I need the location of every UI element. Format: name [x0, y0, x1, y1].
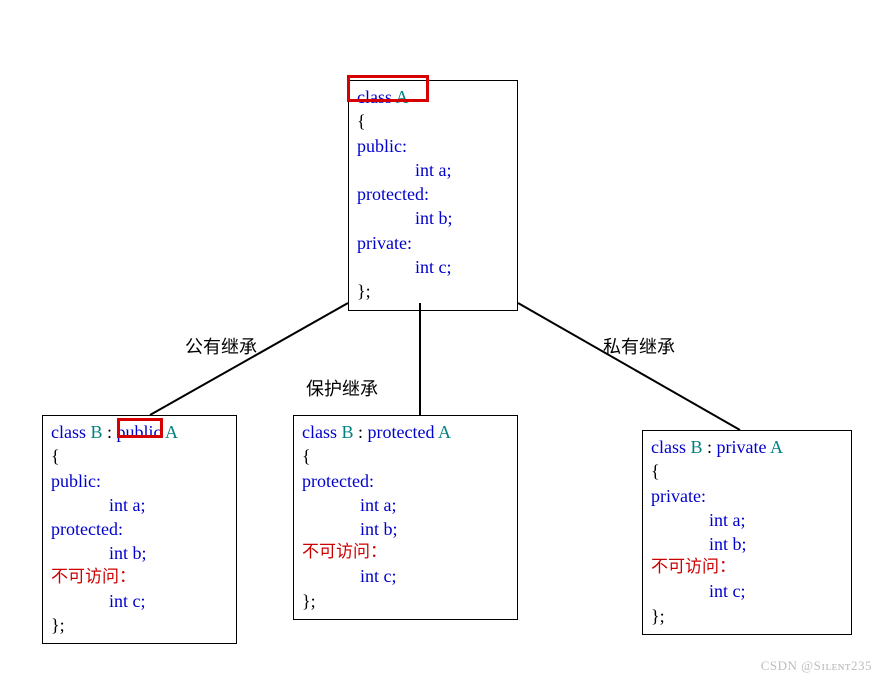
member-int-a: int a;: [51, 493, 228, 517]
close-brace: };: [51, 613, 228, 637]
member-int-c: int c;: [357, 255, 509, 279]
section-label-protected: protected:: [51, 517, 228, 541]
open-brace: {: [651, 459, 843, 483]
open-brace: {: [357, 109, 509, 133]
member-int-c: int c;: [51, 589, 228, 613]
section-label-protected: protected:: [357, 182, 509, 206]
member-int-b: int b;: [51, 541, 228, 565]
section-label-protected: protected:: [302, 469, 509, 493]
close-brace: };: [357, 279, 509, 303]
member-int-a: int a;: [651, 508, 843, 532]
highlight-public-keyword: [117, 418, 163, 438]
highlight-class-a: [347, 75, 429, 102]
class-b-protected-box: class B : protected A { protected: int a…: [293, 415, 518, 620]
section-label-public: public:: [51, 469, 228, 493]
watermark: CSDN @Sɪʟᴇɴᴛ235: [761, 658, 872, 674]
member-int-a: int a;: [302, 493, 509, 517]
class-b-protected-header: class B : protected A: [302, 420, 509, 444]
member-int-c: int c;: [302, 564, 509, 588]
section-label-public: public:: [357, 134, 509, 158]
class-a-box: class A { public: int a; protected: int …: [348, 80, 518, 311]
class-b-private-box: class B : private A { private: int a; in…: [642, 430, 852, 635]
edge-label-protected: 保护继承: [306, 375, 378, 401]
inaccessible-label: 不可访问：: [51, 566, 228, 589]
class-b-public-box: class B : public A { public: int a; prot…: [42, 415, 237, 644]
close-brace: };: [651, 604, 843, 628]
inaccessible-label: 不可访问：: [651, 556, 843, 579]
inaccessible-label: 不可访问：: [302, 541, 509, 564]
section-label-private: private:: [357, 231, 509, 255]
open-brace: {: [302, 444, 509, 468]
member-int-b: int b;: [651, 532, 843, 556]
edge-label-public: 公有继承: [185, 333, 257, 359]
member-int-c: int c;: [651, 579, 843, 603]
member-int-b: int b;: [357, 206, 509, 230]
member-int-a: int a;: [357, 158, 509, 182]
close-brace: };: [302, 589, 509, 613]
member-int-b: int b;: [302, 517, 509, 541]
open-brace: {: [51, 444, 228, 468]
edge-label-private: 私有继承: [603, 333, 675, 359]
class-b-private-header: class B : private A: [651, 435, 843, 459]
section-label-private: private:: [651, 484, 843, 508]
